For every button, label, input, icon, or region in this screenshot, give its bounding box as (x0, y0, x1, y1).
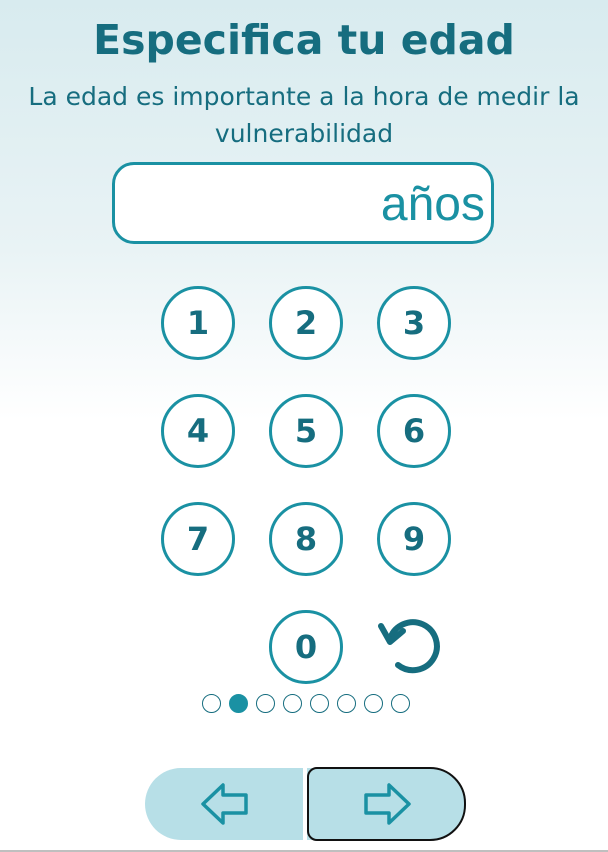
key-6[interactable]: 6 (377, 394, 451, 468)
progress-dot (202, 694, 221, 713)
progress-dot (283, 694, 302, 713)
key-7[interactable]: 7 (161, 502, 235, 576)
key-4[interactable]: 4 (161, 394, 235, 468)
page-subtitle: La edad es importante a la hora de medir… (28, 82, 580, 148)
progress-dot (310, 694, 329, 713)
nav-divider (303, 768, 307, 840)
next-button[interactable] (307, 767, 466, 841)
page-title: Especifica tu edad (93, 16, 515, 64)
progress-dot (337, 694, 356, 713)
reset-button[interactable] (375, 608, 449, 682)
key-2[interactable]: 2 (269, 286, 343, 360)
arrow-right-icon (363, 783, 411, 825)
key-1[interactable]: 1 (161, 286, 235, 360)
key-8[interactable]: 8 (269, 502, 343, 576)
progress-dot-active (229, 694, 248, 713)
key-5[interactable]: 5 (269, 394, 343, 468)
key-0[interactable]: 0 (269, 610, 343, 684)
progress-dot (391, 694, 410, 713)
progress-indicator (202, 694, 418, 716)
previous-button[interactable] (145, 768, 305, 840)
age-input-field[interactable]: años (112, 162, 494, 244)
progress-dot (256, 694, 275, 713)
key-3[interactable]: 3 (377, 286, 451, 360)
progress-dot (364, 694, 383, 713)
undo-icon (378, 619, 440, 674)
arrow-left-icon (201, 783, 248, 825)
key-9[interactable]: 9 (377, 502, 451, 576)
age-unit-label: años (380, 178, 485, 231)
